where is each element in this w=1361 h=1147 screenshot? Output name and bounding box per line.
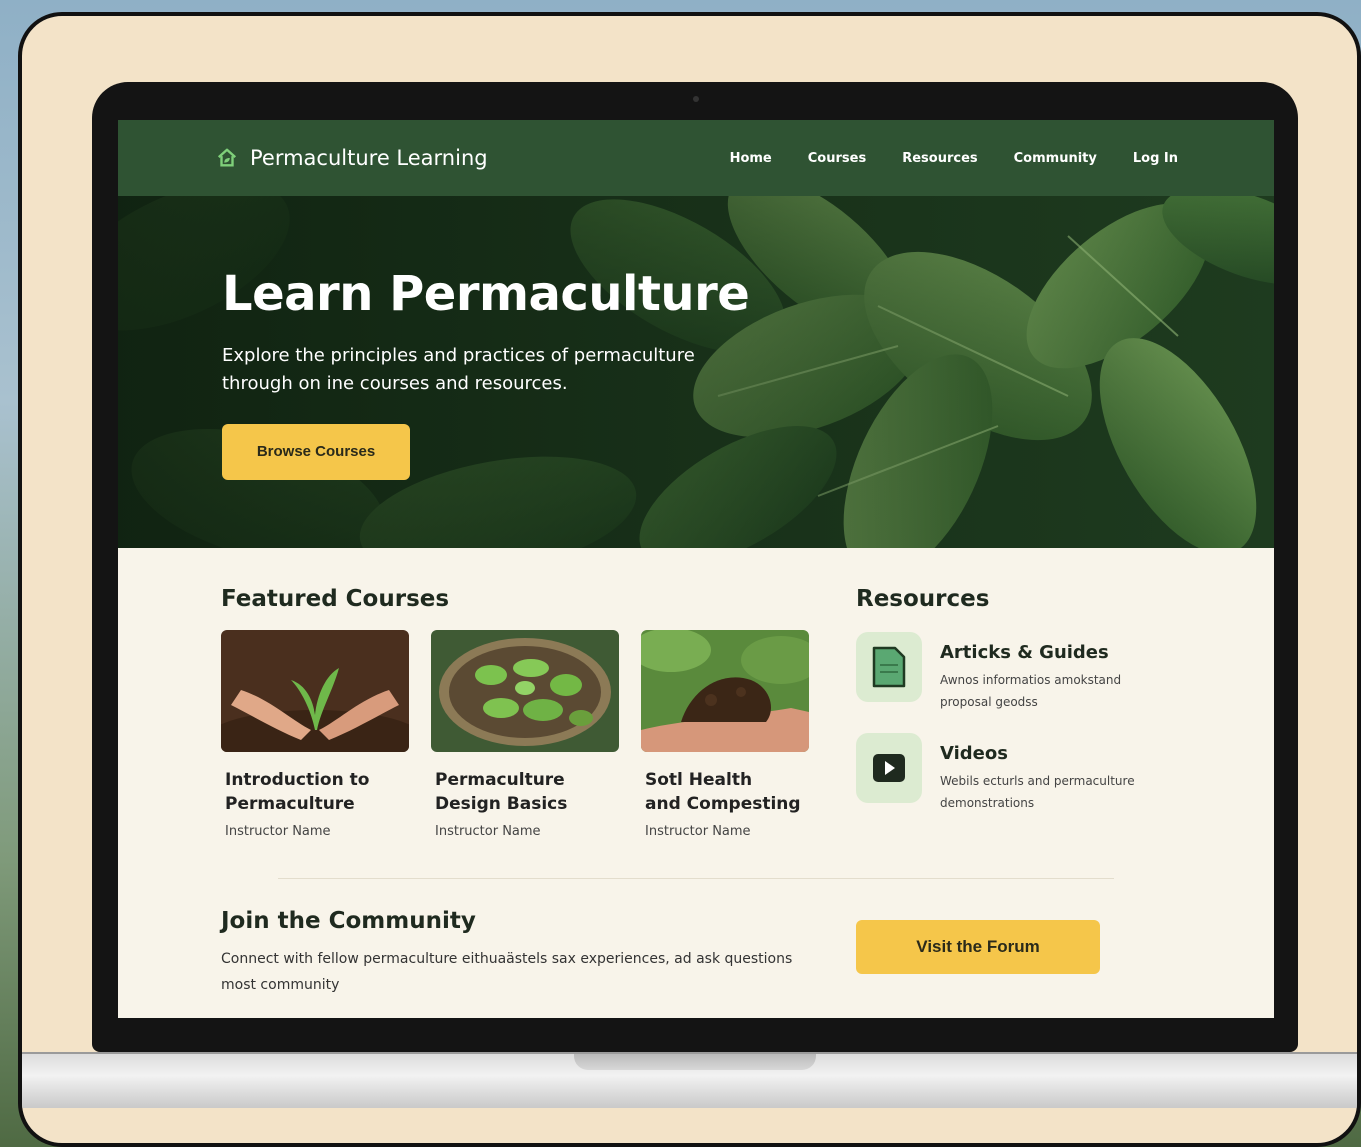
- video-play-icon: [856, 733, 922, 803]
- course-title-line1: Permaculture: [435, 770, 565, 790]
- hero-title: Learn Permaculture: [222, 266, 750, 322]
- community-description: Connect with fellow permaculture eithuaä…: [221, 951, 793, 993]
- document-icon: [856, 632, 922, 702]
- resource-item-videos[interactable]: Videos Webils ecturls and permaculture d…: [856, 733, 1216, 814]
- course-title-line2: and Compesting: [645, 794, 801, 814]
- featured-courses-section: Featured Courses Introduction to Permacu…: [221, 586, 809, 839]
- resource-description: Webils ecturls and permaculture demonstr…: [940, 774, 1135, 810]
- nav-resources[interactable]: Resources: [902, 151, 977, 166]
- resource-description: Awnos informatios amokstand proposal geo…: [940, 673, 1122, 709]
- nav-community[interactable]: Community: [1014, 151, 1097, 166]
- course-title-line1: Introduction to: [225, 770, 370, 790]
- course-image-hands-seedling: [221, 630, 409, 752]
- course-instructor: Instructor Name: [435, 824, 541, 839]
- trackpad-notch: [574, 1054, 816, 1070]
- course-title-line2: Permaculture: [225, 794, 355, 814]
- camera-icon: [693, 96, 699, 102]
- course-image-garden-beds: [431, 630, 619, 752]
- community-section: Join the Community Connect with fellow p…: [221, 908, 801, 998]
- course-instructor: Instructor Name: [225, 824, 331, 839]
- laptop-base: [22, 1052, 1357, 1108]
- main-content: Featured Courses Introduction to Permacu…: [118, 548, 1274, 1018]
- hero-banner: Learn Permaculture Explore the principle…: [118, 196, 1274, 548]
- course-list: Introduction to Permaculture Instructor …: [221, 630, 809, 839]
- course-card[interactable]: Sotl Health and Compesting Instructor Na…: [641, 630, 809, 839]
- course-title: Introduction to Permaculture: [221, 768, 409, 816]
- nav-login[interactable]: Log In: [1133, 151, 1178, 166]
- resource-title: Articks & Guides: [940, 642, 1109, 663]
- hero-subtitle: Explore the principles and practices of …: [222, 345, 695, 394]
- brand[interactable]: Permaculture Learning: [216, 146, 488, 170]
- featured-courses-title: Featured Courses: [221, 586, 450, 612]
- nav-courses[interactable]: Courses: [808, 151, 866, 166]
- visit-forum-button[interactable]: Visit the Forum: [856, 920, 1100, 974]
- browser-screen: Permaculture Learning Home Courses Resou…: [118, 120, 1274, 1018]
- course-title-line1: Sotl Health: [645, 770, 753, 790]
- resources-section: Resources Articks & Guides Awnos informa…: [856, 586, 1216, 814]
- hero-content: Learn Permaculture Explore the principle…: [222, 266, 750, 480]
- nav-home[interactable]: Home: [730, 151, 772, 166]
- house-leaf-icon: [217, 148, 237, 167]
- community-title: Join the Community: [221, 908, 476, 934]
- course-instructor: Instructor Name: [645, 824, 751, 839]
- resource-item-articles[interactable]: Articks & Guides Awnos informatios amoks…: [856, 632, 1216, 713]
- course-card[interactable]: Permaculture Design Basics Instructor Na…: [431, 630, 619, 839]
- resource-title: Videos: [940, 743, 1008, 764]
- course-title: Sotl Health and Compesting: [641, 768, 809, 816]
- top-nav: Permaculture Learning Home Courses Resou…: [118, 120, 1274, 196]
- course-title: Permaculture Design Basics: [431, 768, 619, 816]
- browse-courses-button[interactable]: Browse Courses: [222, 424, 410, 480]
- course-image-soil-hand: [641, 630, 809, 752]
- course-title-line2: Design Basics: [435, 794, 568, 814]
- section-divider: [278, 878, 1114, 879]
- laptop-lid: Permaculture Learning Home Courses Resou…: [92, 82, 1298, 1052]
- device-frame: Permaculture Learning Home Courses Resou…: [18, 12, 1361, 1147]
- brand-name: Permaculture Learning: [250, 146, 488, 170]
- nav-links: Home Courses Resources Community Log In: [730, 151, 1178, 166]
- resources-title: Resources: [856, 586, 990, 612]
- course-card[interactable]: Introduction to Permaculture Instructor …: [221, 630, 409, 839]
